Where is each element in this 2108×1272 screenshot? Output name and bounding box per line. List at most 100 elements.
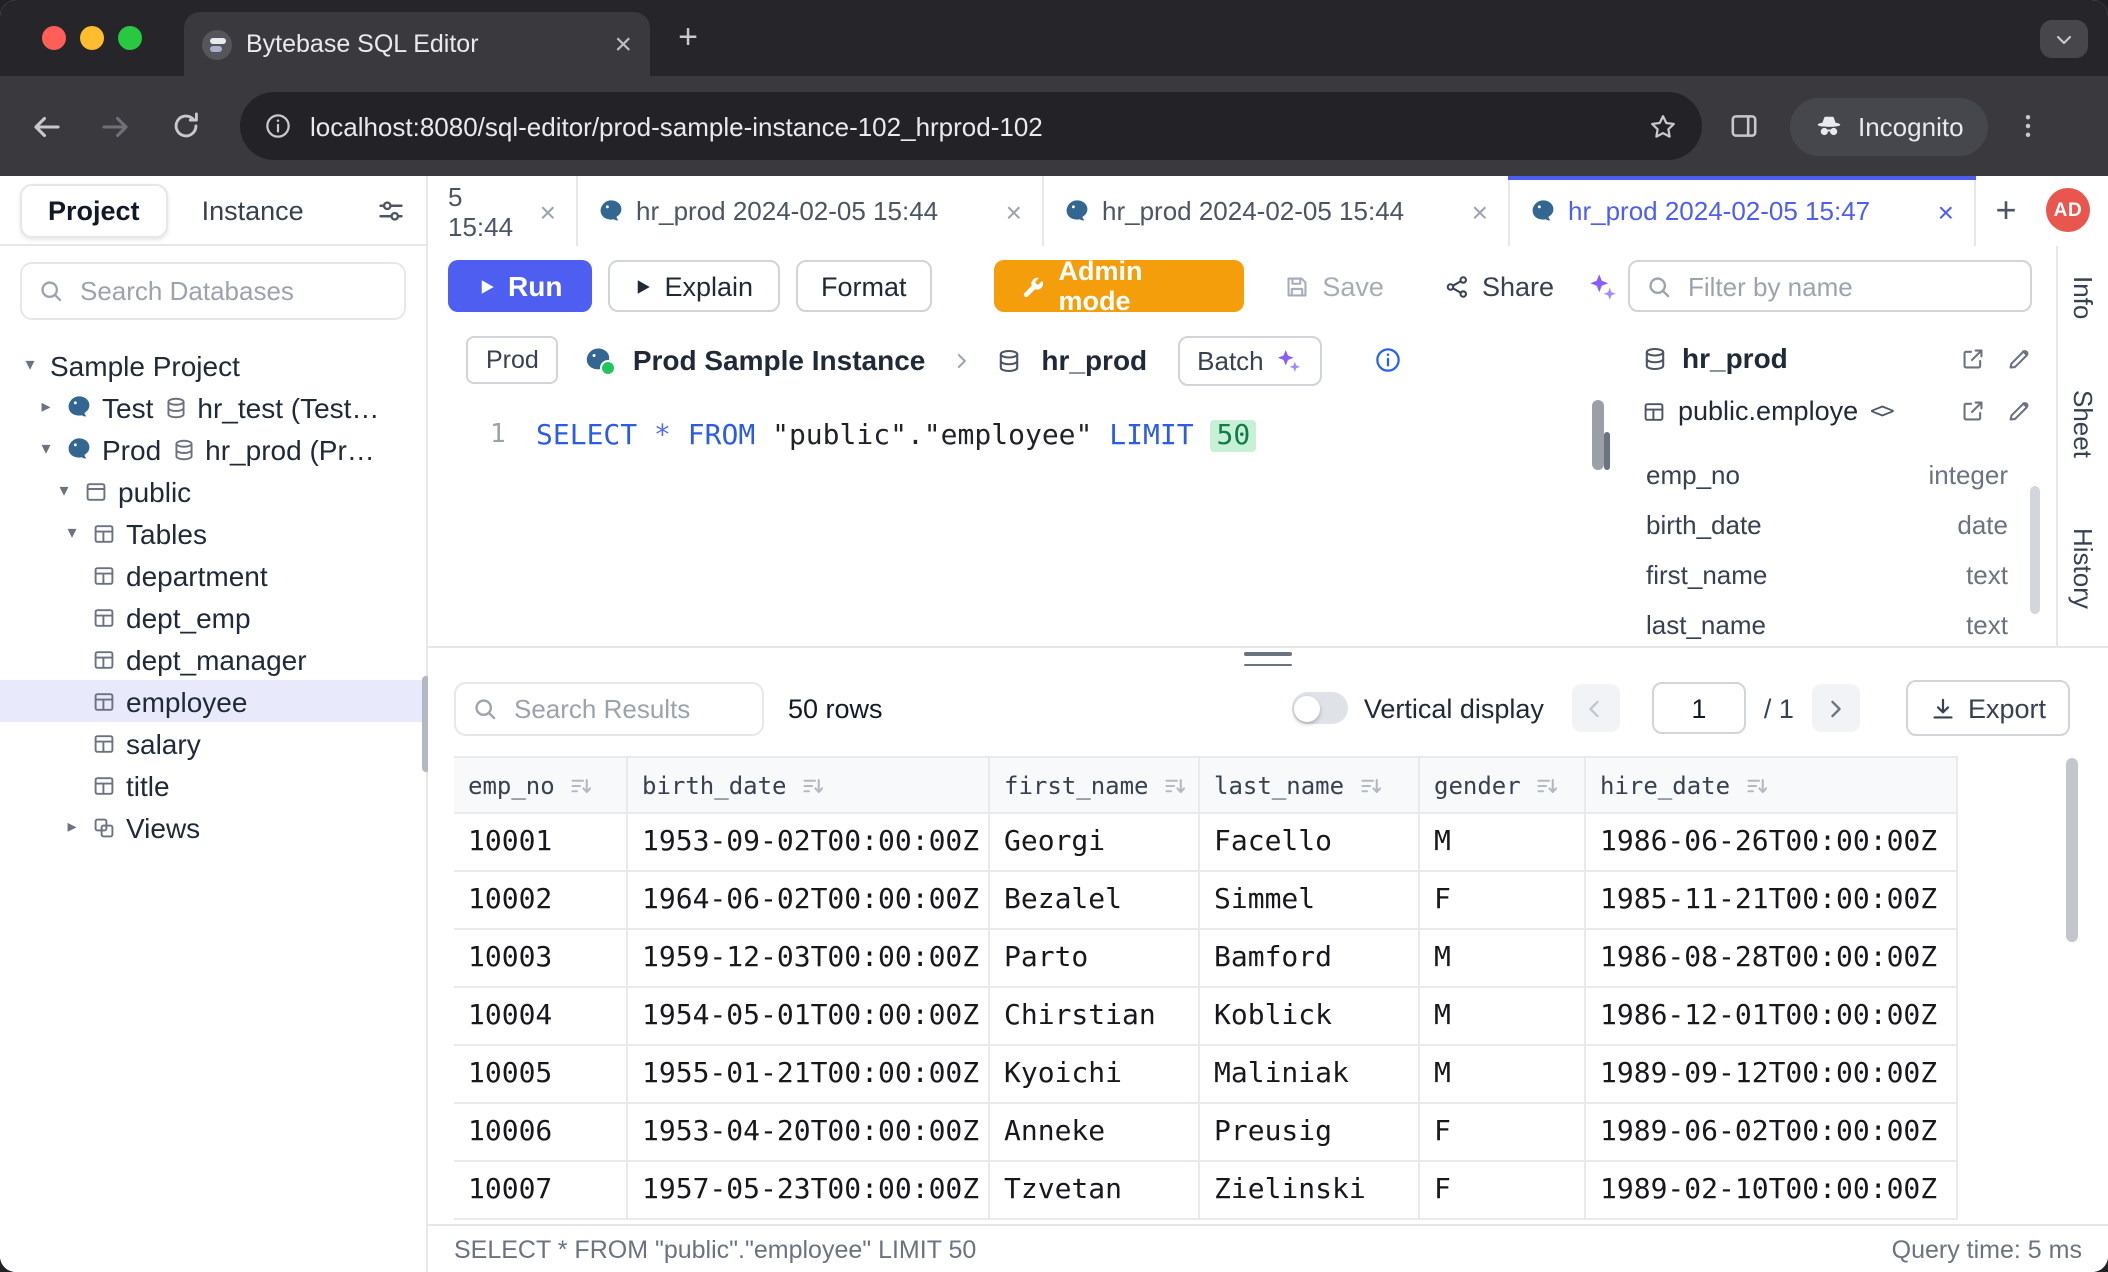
- table-cell[interactable]: 1989-06-02T00:00:00Z: [1586, 1104, 1958, 1160]
- run-button[interactable]: Run: [448, 260, 592, 312]
- results-search-box[interactable]: [454, 681, 764, 735]
- user-avatar[interactable]: AD: [2046, 188, 2090, 232]
- column-header-birth_date[interactable]: birth_date: [628, 758, 990, 812]
- tab-project[interactable]: Project: [20, 183, 168, 237]
- sidebar-settings-button[interactable]: [376, 195, 406, 225]
- share-button[interactable]: Share: [1424, 260, 1574, 312]
- table-cell[interactable]: F: [1420, 1162, 1586, 1218]
- table-cell[interactable]: 1985-11-21T00:00:00Z: [1586, 872, 1958, 928]
- schema-column-row[interactable]: emp_no integer: [1624, 450, 2056, 500]
- column-header-gender[interactable]: gender: [1420, 758, 1586, 812]
- table-cell[interactable]: 10001: [454, 814, 628, 870]
- caret-right-icon[interactable]: ▸: [62, 817, 82, 837]
- table-cell[interactable]: 1989-02-10T00:00:00Z: [1586, 1162, 1958, 1218]
- sort-icon[interactable]: [1535, 773, 1559, 797]
- back-button[interactable]: [20, 100, 72, 152]
- admin-mode-button[interactable]: Admin mode: [995, 260, 1245, 312]
- tree-item-table-department[interactable]: department: [0, 554, 426, 596]
- rail-tab-sheet[interactable]: Sheet: [2068, 389, 2098, 457]
- macos-minimize-button[interactable]: [80, 26, 104, 50]
- new-tab-button[interactable]: +: [668, 18, 708, 58]
- page-number-input[interactable]: [1652, 682, 1746, 734]
- url-text[interactable]: localhost:8080/sql-editor/prod-sample-in…: [310, 111, 1630, 141]
- table-cell[interactable]: 10003: [454, 930, 628, 986]
- rail-tab-history[interactable]: History: [2068, 527, 2098, 608]
- site-info-icon[interactable]: [264, 112, 292, 140]
- results-search-input[interactable]: [510, 691, 746, 725]
- column-header-emp_no[interactable]: emp_no: [454, 758, 628, 812]
- batch-button[interactable]: Batch: [1177, 335, 1322, 385]
- sql-code-line[interactable]: SELECT * FROM "public"."employee" LIMIT …: [536, 416, 1256, 456]
- tree-item-tables-group[interactable]: ▾ Tables: [0, 512, 426, 554]
- table-cell[interactable]: Facello: [1200, 814, 1420, 870]
- column-header-hire_date[interactable]: hire_date: [1586, 758, 1958, 812]
- explain-button[interactable]: Explain: [608, 260, 779, 312]
- tree-item-test-database[interactable]: ▸ Test hr_test (Test…: [0, 386, 426, 428]
- save-button[interactable]: Save: [1264, 260, 1404, 312]
- code-icon[interactable]: <>: [1870, 398, 1893, 424]
- sort-icon[interactable]: [1358, 773, 1382, 797]
- table-cell[interactable]: Zielinski: [1200, 1162, 1420, 1218]
- prev-page-button[interactable]: [1572, 684, 1620, 732]
- table-cell[interactable]: Maliniak: [1200, 1046, 1420, 1102]
- close-icon[interactable]: ×: [1938, 197, 1954, 225]
- tab-instance[interactable]: Instance: [202, 195, 304, 225]
- tab-search-button[interactable]: [2040, 20, 2088, 58]
- schema-panel-scrollbar[interactable]: [2030, 486, 2040, 614]
- table-cell[interactable]: M: [1420, 930, 1586, 986]
- table-cell[interactable]: 1964-06-02T00:00:00Z: [628, 872, 990, 928]
- sql-editor[interactable]: 1 SELECT * FROM "public"."employee" LIMI…: [428, 394, 1608, 646]
- table-cell[interactable]: F: [1420, 1104, 1586, 1160]
- table-cell[interactable]: 10005: [454, 1046, 628, 1102]
- instance-name[interactable]: Prod Sample Instance: [633, 344, 926, 376]
- export-button[interactable]: Export: [1906, 680, 2070, 736]
- filter-input[interactable]: [1684, 269, 2014, 303]
- schema-column-row[interactable]: birth_date date: [1624, 500, 2056, 550]
- worksheet-tab-1[interactable]: hr_prod 2024-02-05 15:44 ×: [578, 176, 1044, 246]
- caret-down-icon[interactable]: ▾: [36, 439, 56, 459]
- table-cell[interactable]: Chirstian: [990, 988, 1200, 1044]
- close-icon[interactable]: ×: [540, 197, 556, 225]
- side-panel-button[interactable]: [1728, 110, 1760, 142]
- tree-item-table-dept_manager[interactable]: dept_manager: [0, 638, 426, 680]
- worksheet-tab-2[interactable]: hr_prod 2024-02-05 15:44 ×: [1044, 176, 1510, 246]
- macos-close-button[interactable]: [42, 26, 66, 50]
- database-search-input[interactable]: [76, 274, 388, 308]
- external-link-icon[interactable]: [1960, 398, 1986, 424]
- table-cell[interactable]: M: [1420, 814, 1586, 870]
- column-header-first_name[interactable]: first_name: [990, 758, 1200, 812]
- table-cell[interactable]: Koblick: [1200, 988, 1420, 1044]
- schema-column-row[interactable]: last_name text: [1624, 600, 2056, 646]
- sort-icon[interactable]: [1163, 773, 1187, 797]
- tree-item-table-dept_emp[interactable]: dept_emp: [0, 596, 426, 638]
- sort-icon[interactable]: [1744, 773, 1768, 797]
- table-cell[interactable]: M: [1420, 1046, 1586, 1102]
- table-cell[interactable]: 1986-06-26T00:00:00Z: [1586, 814, 1958, 870]
- tree-item-table-employee[interactable]: employee: [0, 680, 426, 722]
- tree-item-schema-public[interactable]: ▾ public: [0, 470, 426, 512]
- editor-scrollbar[interactable]: [1592, 400, 1604, 470]
- table-cell[interactable]: 1953-09-02T00:00:00Z: [628, 814, 990, 870]
- table-cell[interactable]: 1953-04-20T00:00:00Z: [628, 1104, 990, 1160]
- worksheet-tab-partial[interactable]: 5 15:44 ×: [428, 176, 578, 246]
- edit-icon[interactable]: [2006, 345, 2032, 371]
- table-cell[interactable]: Kyoichi: [990, 1046, 1200, 1102]
- table-cell[interactable]: Simmel: [1200, 872, 1420, 928]
- close-icon[interactable]: ×: [1472, 197, 1488, 225]
- table-cell[interactable]: 10002: [454, 872, 628, 928]
- table-cell[interactable]: Bezalel: [990, 872, 1200, 928]
- vertical-display-toggle[interactable]: [1292, 692, 1348, 724]
- format-button[interactable]: Format: [795, 260, 933, 312]
- table-cell[interactable]: 1986-08-28T00:00:00Z: [1586, 930, 1958, 986]
- panel-resize-handle[interactable]: [1604, 432, 1610, 470]
- table-cell[interactable]: Anneke: [990, 1104, 1200, 1160]
- caret-down-icon[interactable]: ▾: [20, 355, 40, 375]
- schema-column-row[interactable]: first_name text: [1624, 550, 2056, 600]
- table-cell[interactable]: 10004: [454, 988, 628, 1044]
- edit-icon[interactable]: [2006, 398, 2032, 424]
- table-cell[interactable]: 1986-12-01T00:00:00Z: [1586, 988, 1958, 1044]
- caret-down-icon[interactable]: ▾: [62, 523, 82, 543]
- sort-icon[interactable]: [801, 773, 825, 797]
- ai-assistant-button[interactable]: [1578, 260, 1628, 312]
- table-cell[interactable]: Bamford: [1200, 930, 1420, 986]
